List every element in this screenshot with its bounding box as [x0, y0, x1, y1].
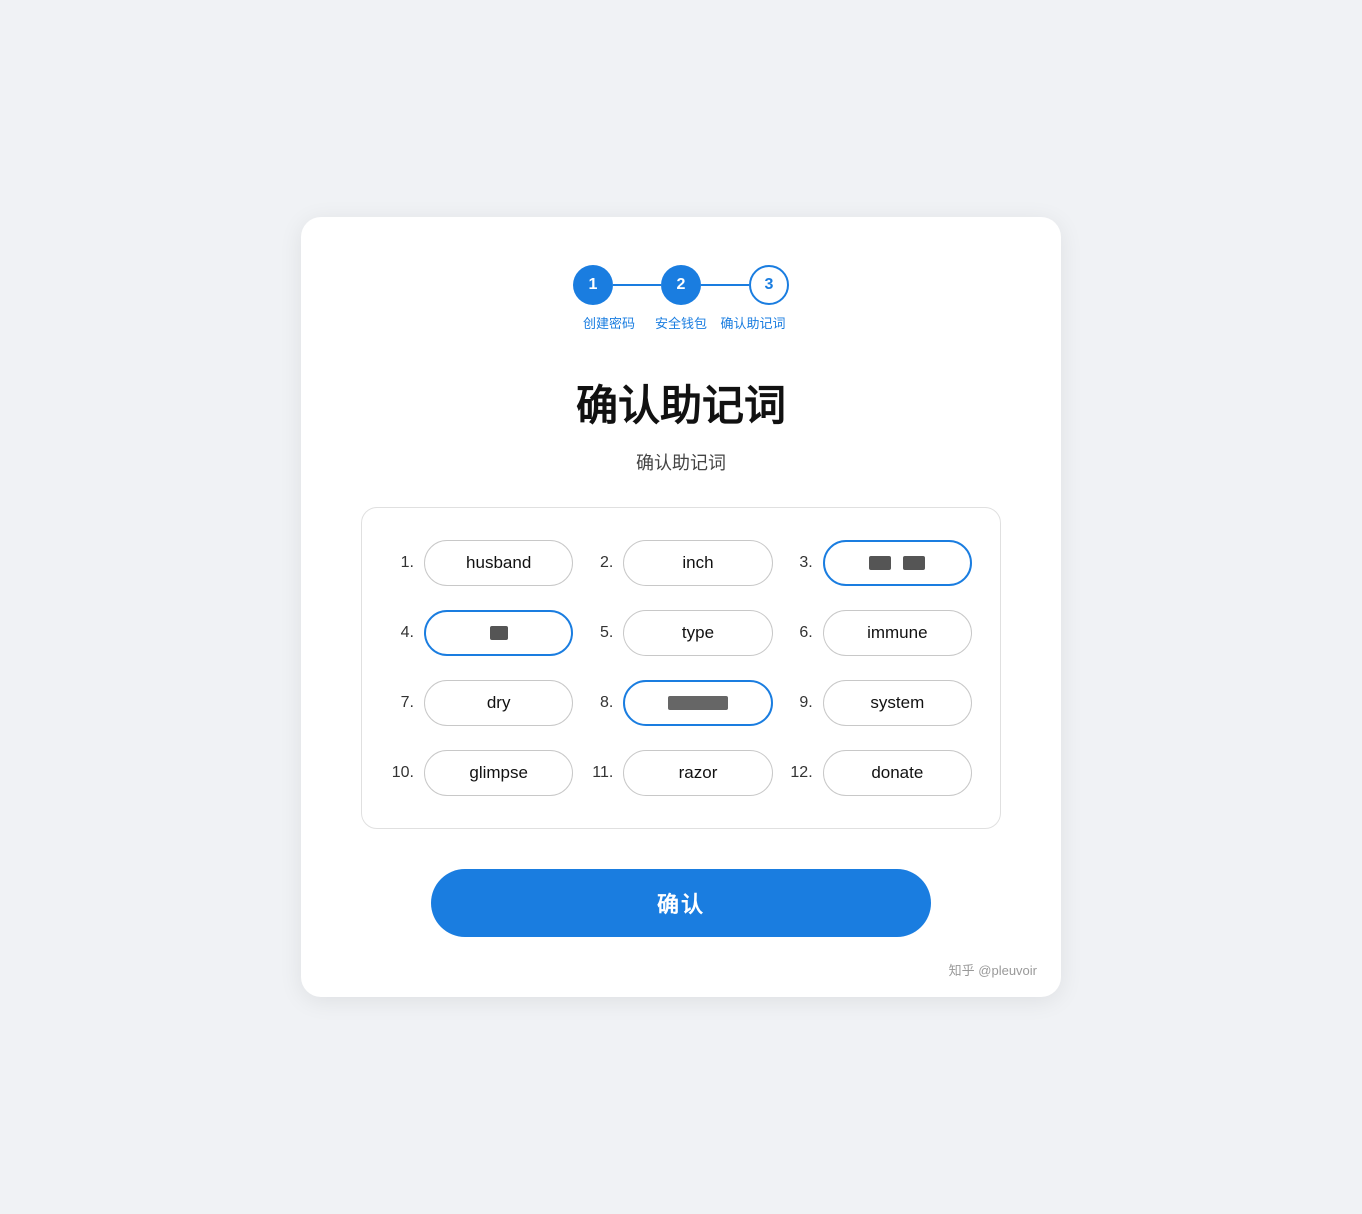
step-line-1: [613, 284, 661, 286]
word-number-8: 8.: [589, 694, 613, 712]
word-item-7: 7. dry: [390, 680, 573, 726]
page-subtitle: 确认助记词: [361, 449, 1001, 475]
word-number-4: 4.: [390, 624, 414, 642]
word-item-4: 4.: [390, 610, 573, 656]
word-pill-5: type: [623, 610, 772, 656]
stepper: 1 2 3 创建密码 安全钱包 确认助记词: [361, 265, 1001, 332]
word-pill-11: razor: [623, 750, 772, 796]
word-pill-12: donate: [823, 750, 972, 796]
word-item-1: 1. husband: [390, 540, 573, 586]
stepper-circles: 1 2 3: [573, 265, 789, 305]
confirm-button[interactable]: 确认: [431, 869, 931, 937]
word-number-12: 12.: [789, 764, 813, 782]
word-pill-6: immune: [823, 610, 972, 656]
page-title: 确认助记词: [361, 372, 1001, 433]
watermark: 知乎 @pleuvoir: [949, 960, 1037, 979]
step-2-circle: 2: [661, 265, 701, 305]
word-item-12: 12. donate: [789, 750, 972, 796]
word-item-3: 3.: [789, 540, 972, 586]
word-number-11: 11.: [589, 764, 613, 782]
word-number-7: 7.: [390, 694, 414, 712]
word-grid: 1. husband 2. inch 3. 4. 5. type 6. immune 7. dry 8.…: [390, 540, 972, 796]
word-item-9: 9. system: [789, 680, 972, 726]
step-3-circle: 3: [749, 265, 789, 305]
word-pill-9: system: [823, 680, 972, 726]
word-item-2: 2. inch: [589, 540, 772, 586]
word-pill-3[interactable]: [823, 540, 972, 586]
word-pill-8[interactable]: [623, 680, 772, 726]
word-number-10: 10.: [390, 764, 414, 782]
word-pill-2: inch: [623, 540, 772, 586]
word-grid-container: 1. husband 2. inch 3. 4. 5. type 6. immune 7. dry 8.…: [361, 507, 1001, 829]
step-line-2: [701, 284, 749, 286]
word-pill-1: husband: [424, 540, 573, 586]
stepper-labels: 创建密码 安全钱包 确认助记词: [573, 313, 789, 332]
word-pill-4[interactable]: [424, 610, 573, 656]
step-1-label: 创建密码: [573, 313, 645, 332]
step-3-label: 确认助记词: [717, 313, 789, 332]
word-pill-7: dry: [424, 680, 573, 726]
word-number-6: 6.: [789, 624, 813, 642]
word-number-2: 2.: [589, 554, 613, 572]
step-1-circle: 1: [573, 265, 613, 305]
word-item-11: 11. razor: [589, 750, 772, 796]
word-number-5: 5.: [589, 624, 613, 642]
word-number-9: 9.: [789, 694, 813, 712]
word-item-8: 8.: [589, 680, 772, 726]
word-item-10: 10. glimpse: [390, 750, 573, 796]
step-2-label: 安全钱包: [645, 313, 717, 332]
word-item-5: 5. type: [589, 610, 772, 656]
word-pill-10: glimpse: [424, 750, 573, 796]
word-number-3: 3.: [789, 554, 813, 572]
word-number-1: 1.: [390, 554, 414, 572]
main-card: 1 2 3 创建密码 安全钱包 确认助记词 确认助记词 确认助记词 1. husb…: [301, 217, 1061, 997]
word-item-6: 6. immune: [789, 610, 972, 656]
